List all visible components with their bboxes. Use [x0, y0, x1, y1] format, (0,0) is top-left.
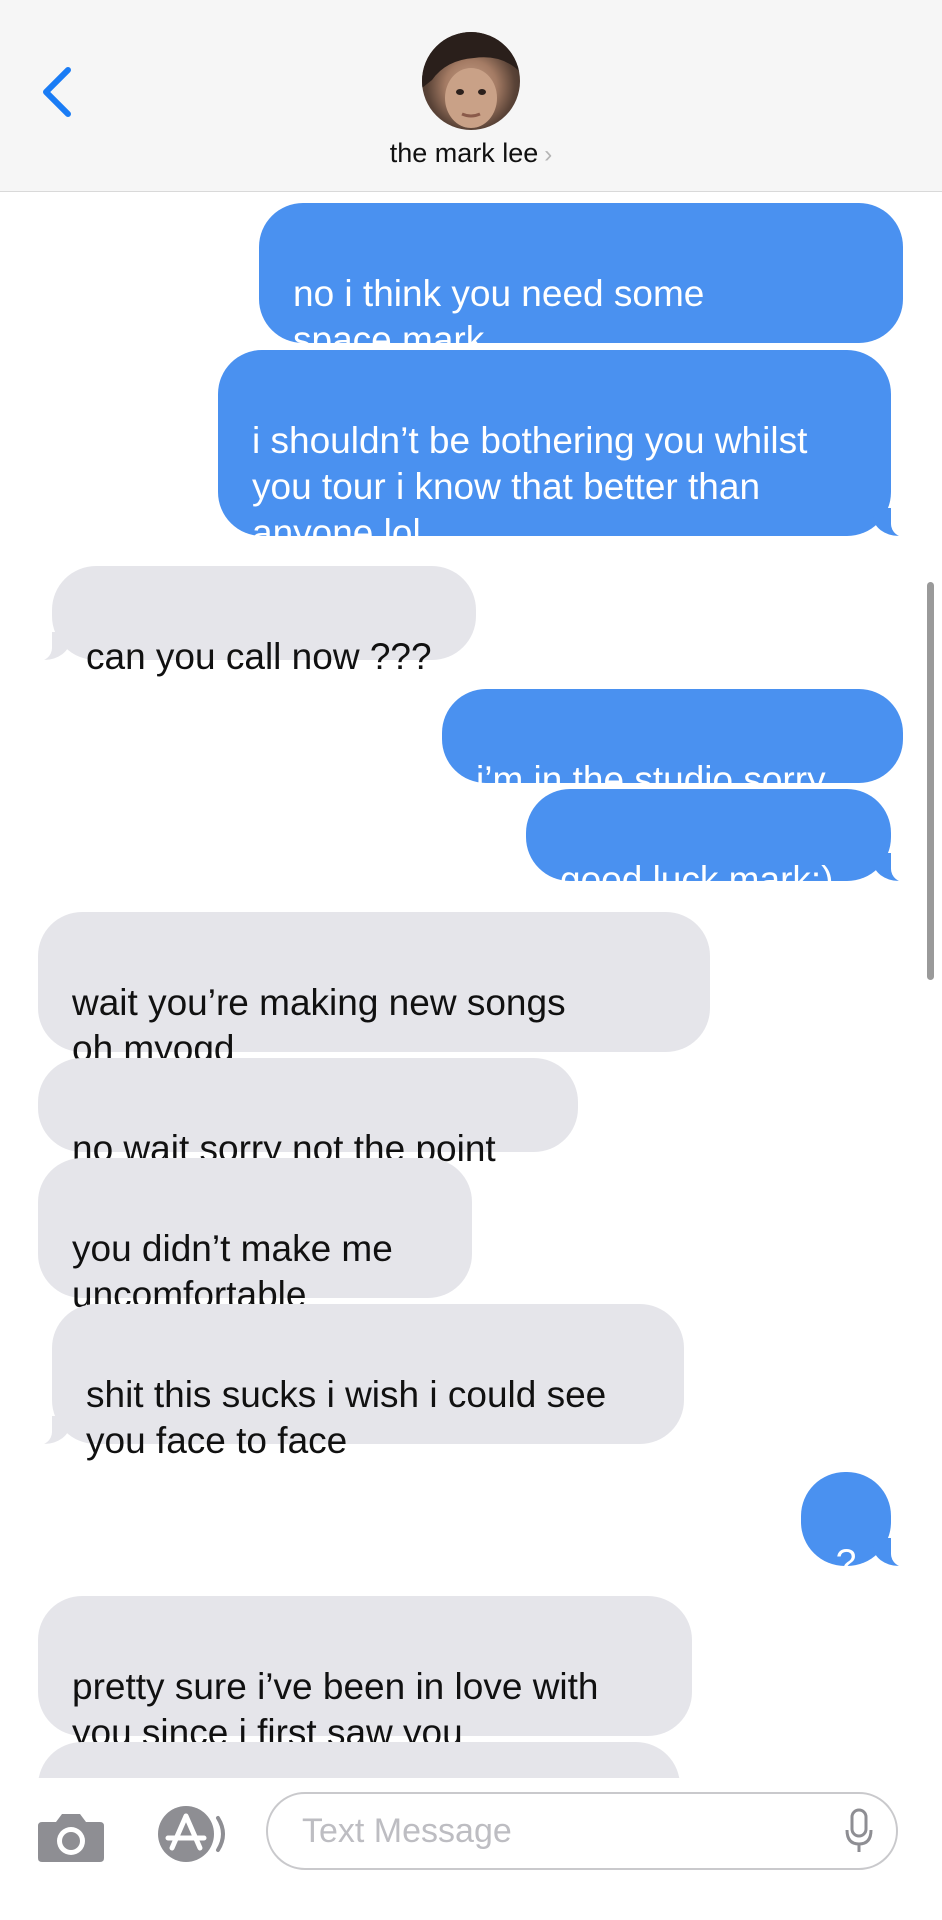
message-input-placeholder: Text Message: [302, 1812, 512, 1850]
message-bubble-outgoing[interactable]: no i think you need some space mark: [259, 203, 903, 360]
message-text: wait you’re making new songs oh myogd: [72, 982, 566, 1069]
chevron-right-icon: ›: [544, 141, 553, 168]
message-composer-bar: Text Message: [0, 1778, 942, 1920]
back-chevron-icon[interactable]: [38, 64, 78, 120]
message-bubble-incoming[interactable]: wait you’re making new songs oh myogd: [38, 912, 710, 1069]
message-text: i shouldn’t be bothering you whilst you …: [252, 420, 808, 553]
contact-avatar[interactable]: [422, 32, 520, 130]
message-input[interactable]: Text Message: [266, 1792, 898, 1870]
app-store-icon[interactable]: [156, 1804, 230, 1864]
message-bubble-incoming[interactable]: no wait sorry not the point: [38, 1058, 578, 1169]
message-bubble-incoming[interactable]: shit this sucks i wish i could see you f…: [28, 1304, 684, 1461]
message-text: shit this sucks i wish i could see you f…: [86, 1374, 607, 1461]
message-text: no i think you need some space mark: [293, 273, 705, 360]
message-text: pretty sure i’ve been in love with you s…: [72, 1666, 599, 1753]
contact-name-button[interactable]: the mark lee ›: [0, 138, 942, 169]
camera-icon[interactable]: [36, 1808, 106, 1864]
message-bubble-outgoing[interactable]: i shouldn’t be bothering you whilst you …: [218, 350, 915, 553]
conversation-header: the mark lee ›: [0, 0, 942, 192]
message-bubble-incoming[interactable]: pretty sure i’ve been in love with you s…: [38, 1596, 692, 1753]
message-bubble-outgoing[interactable]: good luck mark:): [526, 789, 915, 900]
message-text: you didn’t make me uncomfortable: [72, 1228, 393, 1315]
contact-name: the mark lee: [389, 138, 539, 168]
message-text: good luck mark:): [560, 859, 834, 900]
message-text: ?: [835, 1542, 857, 1583]
message-bubble-incoming[interactable]: can you call now ???: [28, 566, 476, 677]
message-bubble-outgoing[interactable]: ?: [801, 1472, 915, 1583]
message-bubble-outgoing[interactable]: i’m in the studio sorry: [442, 689, 903, 800]
message-text: can you call now ???: [86, 636, 432, 677]
scrollbar[interactable]: [927, 582, 934, 980]
microphone-icon[interactable]: [844, 1808, 874, 1854]
message-bubble-incoming[interactable]: you didn’t make me uncomfortable: [38, 1158, 472, 1315]
